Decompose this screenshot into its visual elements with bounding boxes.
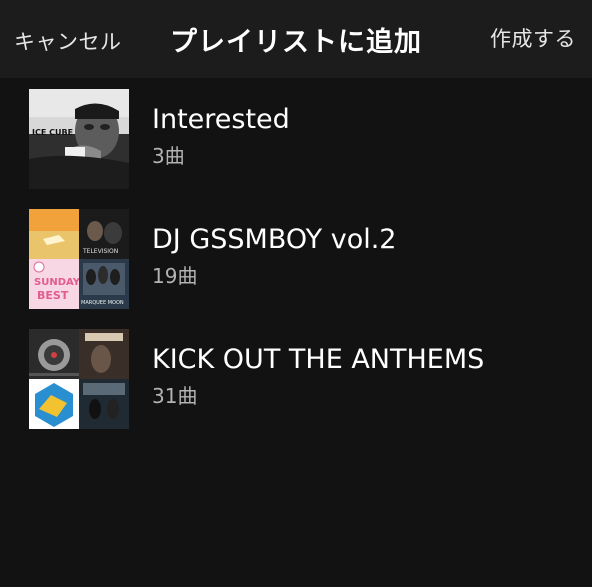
playlist-name: KICK OUT THE ANTHEMS	[152, 344, 485, 375]
playlist-info: DJ GSSMBOY vol.2 19曲	[152, 222, 397, 290]
create-button[interactable]: 作成する	[490, 23, 576, 53]
cover-album-text: TELEVISION	[82, 248, 118, 255]
cover-album-text: MARQUEE MOON	[81, 300, 124, 306]
playlist-cover	[29, 329, 129, 429]
playlist-name: Interested	[152, 104, 290, 135]
playlist-track-count: 19曲	[152, 264, 198, 288]
cover-album-text: BEST	[37, 289, 69, 302]
cover-title-text: ICE CUBE	[32, 128, 73, 137]
playlist-track-count: 3曲	[152, 144, 185, 168]
playlist-cover: ICE CUBE THE PREDATOR	[29, 89, 129, 189]
playlist-row-interested[interactable]: ICE CUBE THE PREDATOR Interested 3曲	[0, 78, 592, 198]
playlist-track-count: 31曲	[152, 384, 198, 408]
playlist-name: DJ GSSMBOY vol.2	[152, 224, 397, 255]
playlist-info: Interested 3曲	[152, 102, 290, 170]
header-bar: キャンセル プレイリストに追加 作成する	[0, 0, 592, 78]
cover-subtitle-text: THE PREDATOR	[31, 139, 63, 144]
playlist-cover: TELEVISION SUNDAY BEST MARQUEE MOON	[29, 209, 129, 309]
playlist-row-dj-gssmboy[interactable]: TELEVISION SUNDAY BEST MARQUEE MOON DJ G…	[0, 198, 592, 318]
playlist-list: ICE CUBE THE PREDATOR Interested 3曲 TELE…	[0, 78, 592, 438]
playlist-row-kick-out-the-anthems[interactable]: KICK OUT THE ANTHEMS 31曲	[0, 318, 592, 438]
playlist-info: KICK OUT THE ANTHEMS 31曲	[152, 342, 484, 410]
cover-album-text: SUNDAY	[34, 277, 81, 288]
